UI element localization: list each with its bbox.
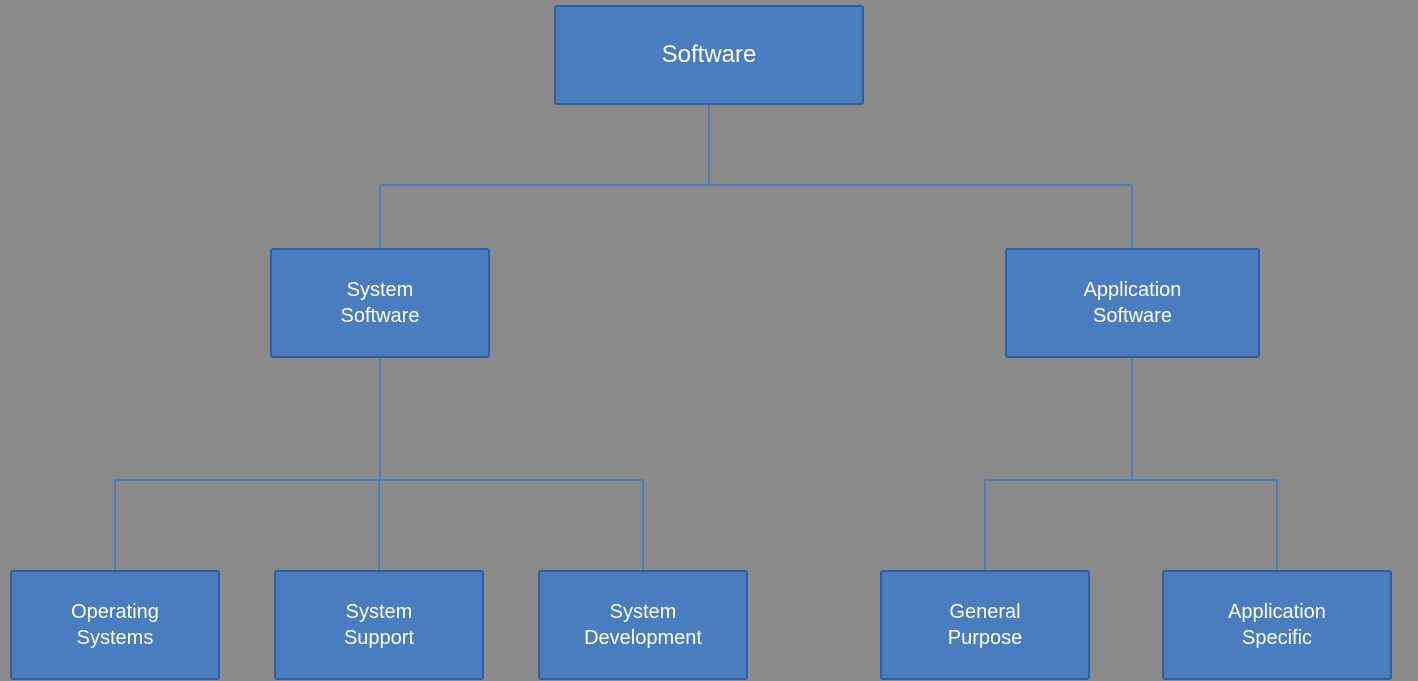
system-support-label: SystemSupport [344, 599, 414, 651]
system-software-label: SystemSoftware [341, 277, 420, 329]
node-general-purpose: GeneralPurpose [880, 570, 1090, 680]
application-specific-label: ApplicationSpecific [1228, 599, 1326, 651]
application-software-label: ApplicationSoftware [1084, 277, 1182, 329]
diagram: Software SystemSoftware ApplicationSoftw… [0, 0, 1418, 681]
node-system-support: SystemSupport [274, 570, 484, 680]
operating-systems-label: OperatingSystems [71, 599, 159, 651]
node-application-software: ApplicationSoftware [1005, 248, 1260, 358]
node-system-development: SystemDevelopment [538, 570, 748, 680]
general-purpose-label: GeneralPurpose [948, 599, 1023, 651]
system-development-label: SystemDevelopment [584, 599, 702, 651]
software-label: Software [662, 39, 757, 70]
node-operating-systems: OperatingSystems [10, 570, 220, 680]
node-software: Software [554, 5, 864, 105]
node-application-specific: ApplicationSpecific [1162, 570, 1392, 680]
node-system-software: SystemSoftware [270, 248, 490, 358]
